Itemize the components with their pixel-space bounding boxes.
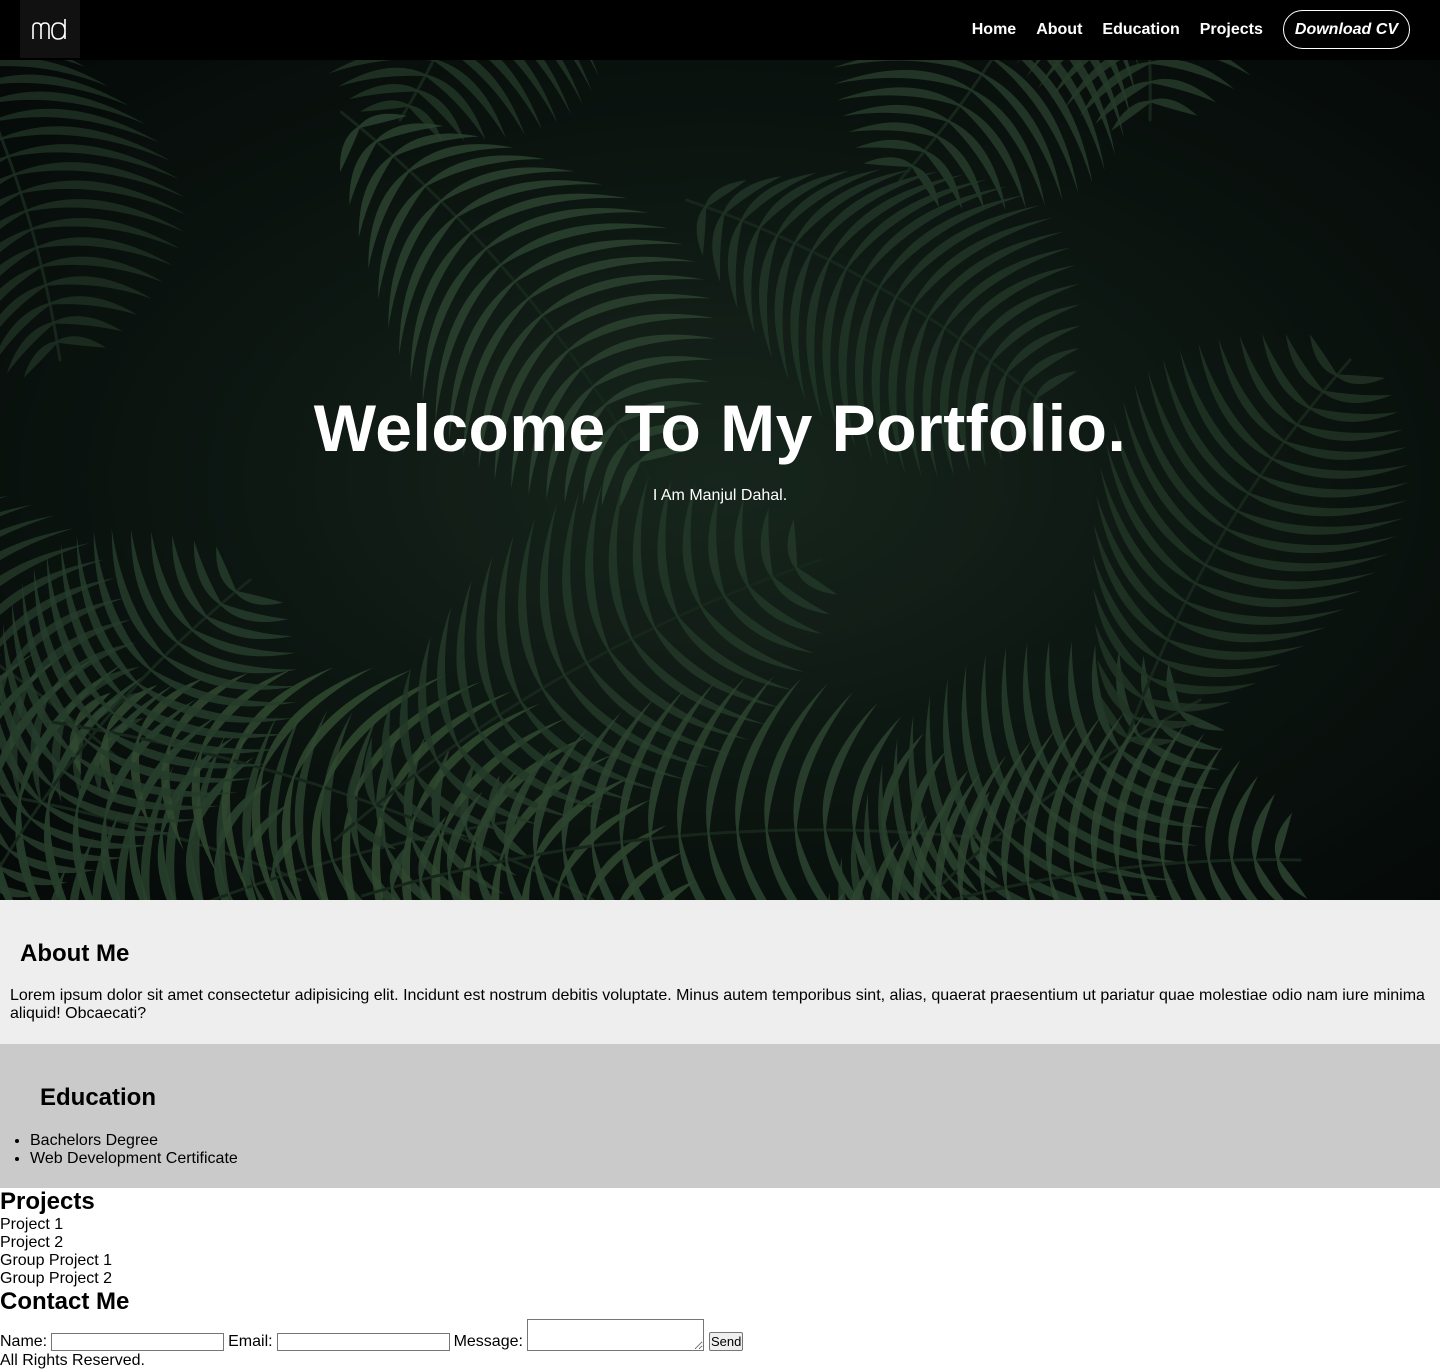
send-button[interactable]: Send — [708, 1332, 744, 1351]
contact-heading: Contact Me — [0, 1288, 130, 1315]
project-item: Project 1 — [0, 1216, 64, 1233]
nav-link-education[interactable]: Education — [1102, 21, 1179, 39]
hero-subtitle: I Am Manjul Dahal. — [652, 487, 788, 504]
name-label: Name: — [0, 1333, 48, 1350]
list-item: Web Development Certificate — [30, 1150, 238, 1168]
logo-mark-icon — [32, 19, 66, 40]
about-text: Lorem ipsum dolor sit amet consectetur a… — [10, 987, 1425, 1022]
nav-link-projects[interactable]: Projects — [1200, 21, 1263, 39]
hero-title: Welcome To My Portfolio. — [313, 391, 1127, 465]
download-cv-button[interactable]: Download CV — [1282, 10, 1410, 49]
projects-heading: Projects — [0, 1188, 95, 1215]
name-input[interactable] — [51, 1333, 225, 1351]
contact-form: Name: Email: Message: Send — [0, 1316, 1440, 1351]
about-section: About Me Lorem ipsum dolor sit amet cons… — [0, 900, 1440, 1044]
nav-links: Home About Education Projects Download C… — [952, 10, 1410, 49]
email-label: Email: — [228, 1333, 273, 1350]
email-input[interactable] — [276, 1333, 450, 1351]
projects-section: Projects Project 1 Project 2 Group Proje… — [0, 1188, 1440, 1288]
project-item: Project 2 — [0, 1234, 64, 1251]
hero-section: Welcome To My Portfolio. I Am Manjul Dah… — [0, 60, 1440, 900]
navbar: Home About Education Projects Download C… — [0, 0, 1440, 60]
contact-section: Contact Me Name: Email: Message: Send — [0, 1288, 1440, 1351]
palm-leaves-background — [0, 60, 1440, 900]
message-label: Message: — [453, 1333, 523, 1350]
about-heading: About Me — [20, 940, 130, 967]
list-item: Bachelors Degree — [30, 1132, 238, 1150]
nav-link-home[interactable]: Home — [972, 21, 1016, 39]
footer-text: All Rights Reserved. — [0, 1352, 145, 1369]
project-item: Group Project 1 — [0, 1252, 113, 1269]
education-section: Education Bachelors Degree Web Developme… — [0, 1044, 1440, 1188]
education-list: Bachelors Degree Web Development Certifi… — [30, 1132, 238, 1168]
nav-link-about[interactable]: About — [1036, 21, 1082, 39]
education-heading: Education — [40, 1084, 157, 1111]
logo[interactable] — [20, 0, 80, 58]
message-textarea[interactable] — [526, 1319, 704, 1351]
project-item: Group Project 2 — [0, 1270, 113, 1287]
